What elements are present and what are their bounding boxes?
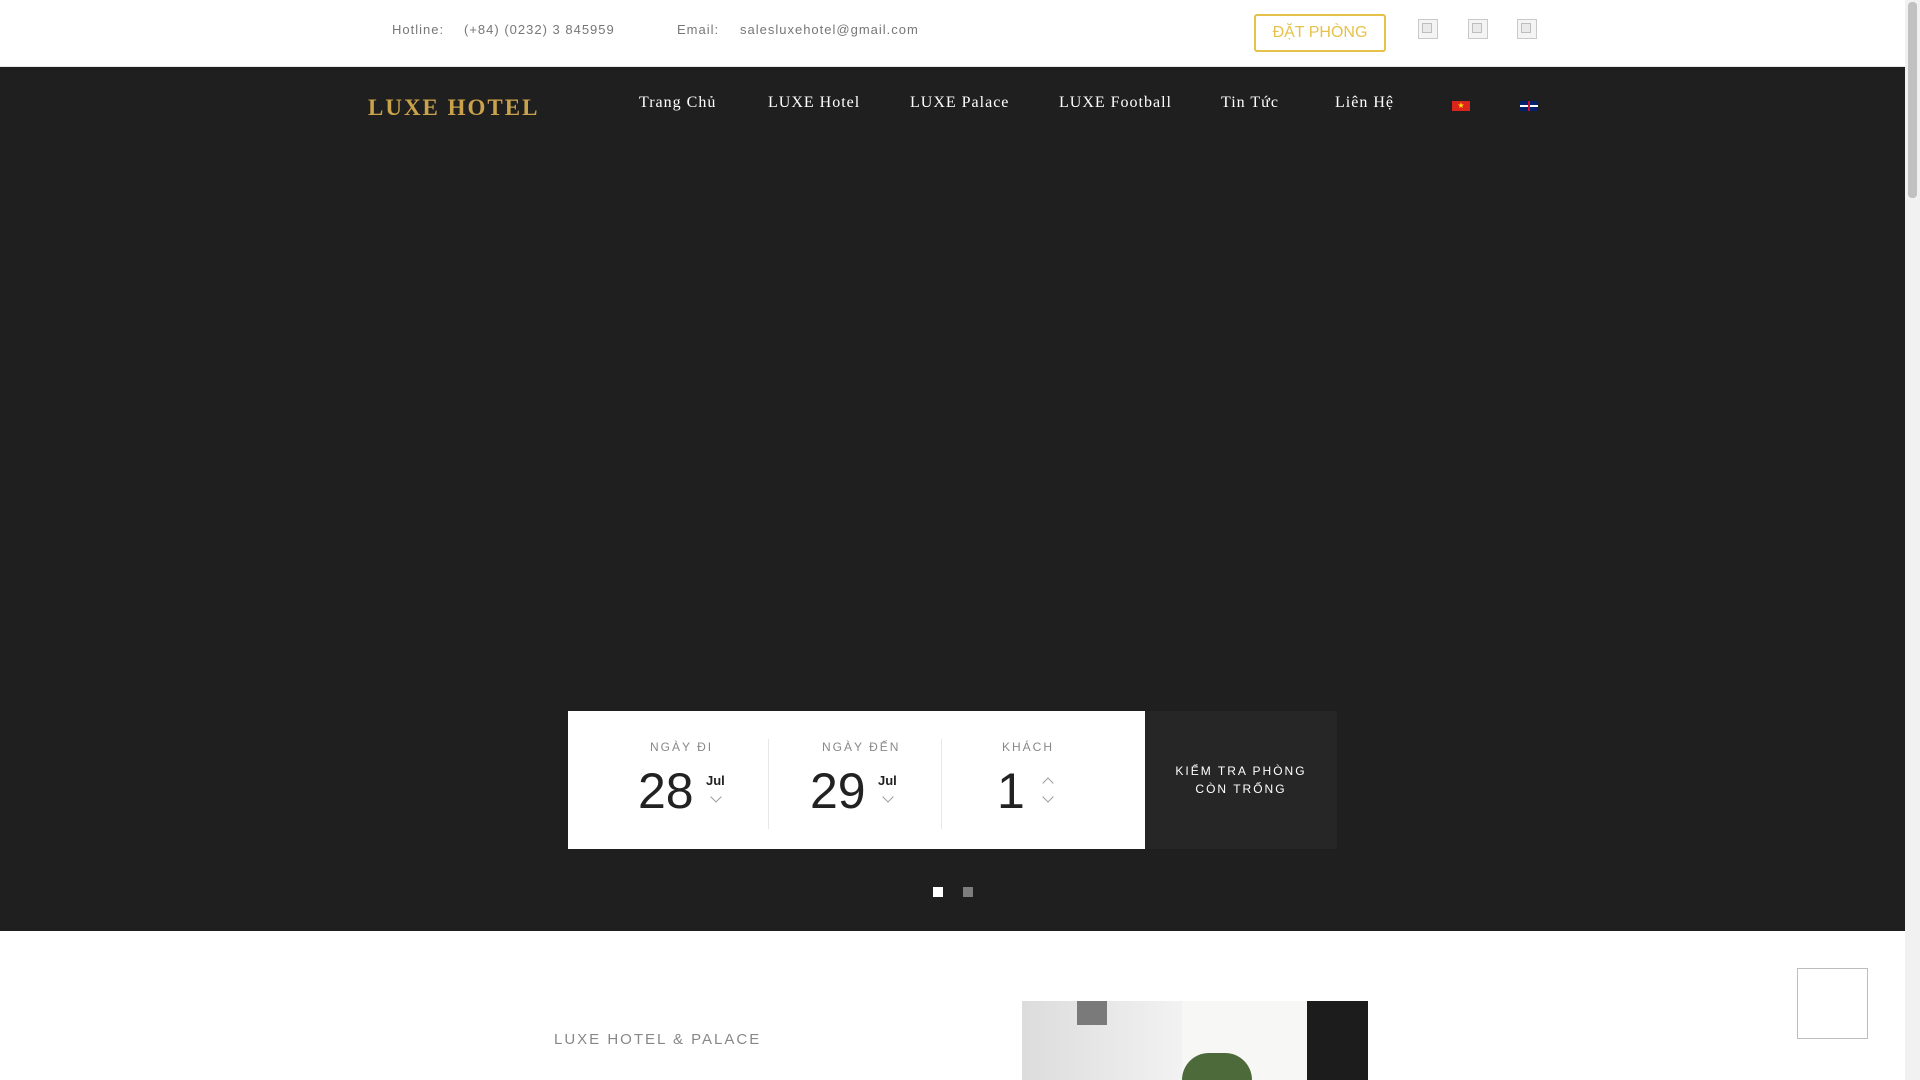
nav-item-luxe-hotel[interactable]: LUXE Hotel xyxy=(768,94,860,112)
slider-dot-1[interactable] xyxy=(933,887,943,897)
book-room-button[interactable]: ĐẶT PHÒNG xyxy=(1254,14,1386,52)
chevron-down-icon[interactable] xyxy=(882,791,894,803)
guests-label: KHÁCH xyxy=(1002,740,1055,754)
checkin-month: Jul xyxy=(706,773,725,788)
hotel-room-photo xyxy=(1022,1001,1368,1080)
checkin-day: 28 xyxy=(638,763,694,819)
nav-item-home[interactable]: Trang Chủ xyxy=(639,94,716,112)
nav-item-news[interactable]: Tin Tức xyxy=(1221,94,1279,112)
chat-widget[interactable] xyxy=(1797,968,1868,1039)
english-flag-icon[interactable] xyxy=(1520,101,1538,111)
checkin-field[interactable]: NGÀY ĐI 28 Jul xyxy=(568,711,768,849)
email-address[interactable]: salesluxehotel@gmail.com xyxy=(740,22,919,37)
nav-item-luxe-football[interactable]: LUXE Football xyxy=(1059,94,1172,112)
chevron-down-icon[interactable] xyxy=(1042,791,1054,803)
chevron-down-icon[interactable] xyxy=(710,791,722,803)
checkout-month: Jul xyxy=(878,773,897,788)
checkout-day: 29 xyxy=(810,763,866,819)
checkout-field[interactable]: NGÀY ĐẾN 29 Jul xyxy=(769,711,941,849)
checkin-label: NGÀY ĐI xyxy=(650,740,714,754)
guests-field[interactable]: KHÁCH 1 xyxy=(942,711,1145,849)
social-icon-3[interactable] xyxy=(1517,19,1537,39)
hotline-number[interactable]: (+84) (0232) 3 845959 xyxy=(464,22,615,37)
hotline-label: Hotline: xyxy=(392,22,445,37)
chevron-up-icon[interactable] xyxy=(1042,777,1054,789)
nav-item-luxe-palace[interactable]: LUXE Palace xyxy=(910,94,1009,112)
check-availability-line1: KIỂM TRA PHÒNG xyxy=(1175,764,1307,778)
logo[interactable]: LUXE HOTEL xyxy=(368,95,539,121)
checkout-label: NGÀY ĐẾN xyxy=(822,740,901,754)
slider-dot-2[interactable] xyxy=(963,887,973,897)
social-icon-2[interactable] xyxy=(1468,19,1488,39)
check-availability-line2: CÒN TRỐNG xyxy=(1195,782,1287,796)
social-icon-1[interactable] xyxy=(1418,19,1438,39)
guests-count: 1 xyxy=(997,763,1025,819)
booking-widget: NGÀY ĐI 28 Jul NGÀY ĐẾN 29 Jul KHÁCH 1 xyxy=(568,711,1145,849)
vietnamese-flag-icon[interactable]: ★ xyxy=(1452,101,1470,111)
nav-item-contact[interactable]: Liên Hệ xyxy=(1335,94,1394,112)
section-title: LUXE HOTEL & PALACE xyxy=(554,1031,762,1048)
email-label: Email: xyxy=(677,22,720,37)
scrollbar-thumb[interactable] xyxy=(1908,2,1917,198)
check-availability-button[interactable]: KIỂM TRA PHÒNG CÒN TRỐNG xyxy=(1145,711,1337,849)
top-info-bar: Hotline: (+84) (0232) 3 845959 Email: sa… xyxy=(0,0,1905,67)
page: Hotline: (+84) (0232) 3 845959 Email: sa… xyxy=(0,0,1920,1080)
